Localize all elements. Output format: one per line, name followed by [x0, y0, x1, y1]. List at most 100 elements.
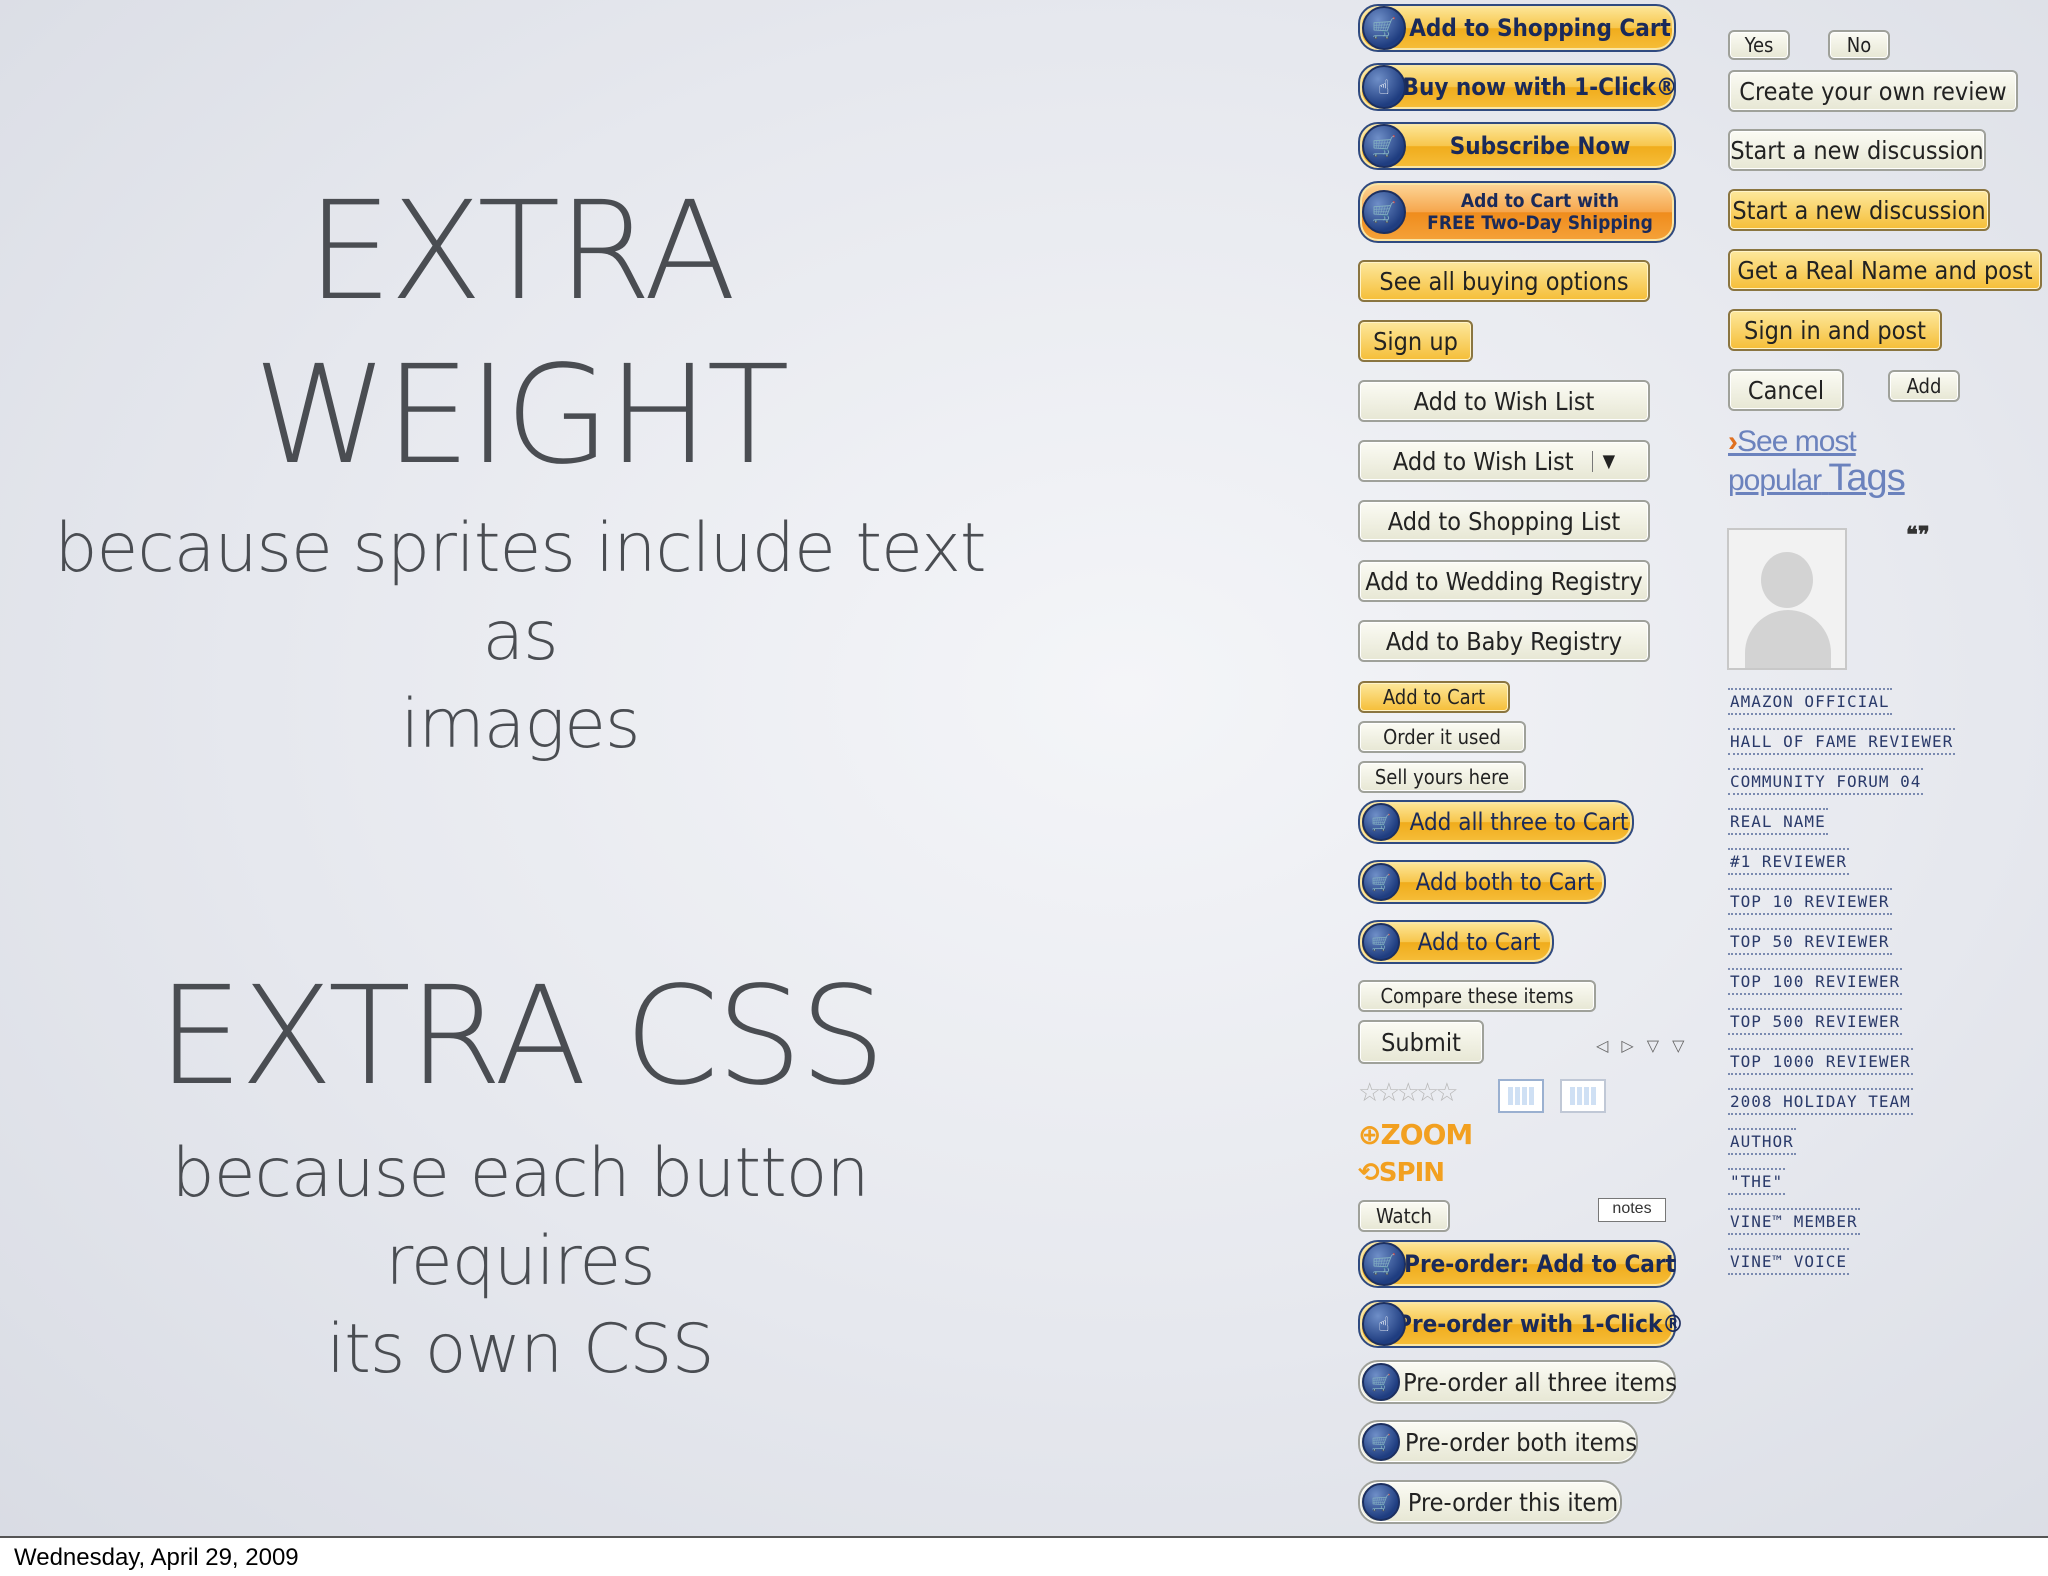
see-all-buying-options-button[interactable]: See all buying options [1358, 260, 1650, 302]
heading-line: EXTRA [306, 173, 737, 331]
button-label: Pre-order: Add to Cart [1404, 1250, 1676, 1278]
add-to-baby-registry-button[interactable]: Add to Baby Registry [1358, 620, 1650, 662]
link-label: Tags [1828, 457, 1905, 499]
button-label: Add to Wish List [1413, 386, 1595, 416]
dropdown-arrow-icon: ▼ [1591, 450, 1615, 472]
button-label: FREE Two-Day Shipping [1427, 212, 1653, 234]
add-to-shopping-list-button[interactable]: Add to Shopping List [1358, 500, 1650, 542]
footer-date: Wednesday, April 29, 2009 [14, 1544, 299, 1571]
badge-label: "THE" [1728, 1168, 1786, 1195]
add-to-wish-list-dropdown-button[interactable]: Add to Wish List ▼ [1358, 440, 1650, 482]
badge-label: TOP 50 REVIEWER [1728, 928, 1892, 955]
create-review-button[interactable]: Create your own review [1728, 70, 2018, 112]
start-discussion-gold-button[interactable]: Start a new discussion [1728, 189, 1990, 231]
button-label: Add to Shopping List [1387, 506, 1621, 536]
button-label: Sell yours here [1374, 765, 1510, 789]
footer: Wednesday, April 29, 2009 [0, 1536, 2048, 1576]
calendar-icon[interactable] [1498, 1079, 1544, 1113]
start-discussion-button[interactable]: Start a new discussion [1728, 129, 1986, 171]
badge-label: AMAZON OFFICIAL [1728, 688, 1892, 715]
star-rating-icon[interactable]: ☆☆☆☆☆ [1358, 1078, 1459, 1108]
button-label: Add to Cart [1382, 685, 1486, 709]
badge-label: #1 REVIEWER [1728, 848, 1849, 875]
shopping-cart-icon: 🛒 [1362, 1363, 1400, 1401]
shopping-cart-icon: 🛒 [1362, 6, 1406, 50]
link-label: See most [1737, 425, 1857, 458]
subheading-line: because each button requires [171, 1134, 870, 1301]
quote-icon: ❝❞ [1906, 522, 1930, 548]
compare-these-items-button[interactable]: Compare these items [1358, 980, 1596, 1012]
preorder-1-click-button[interactable]: ☝ Pre-order with 1-Click® [1358, 1300, 1684, 1348]
button-label: Get a Real Name and post [1737, 255, 2033, 285]
shopping-cart-icon: 🛒 [1362, 124, 1406, 168]
button-label: Add to Baby Registry [1385, 626, 1623, 656]
add-to-wedding-registry-button[interactable]: Add to Wedding Registry [1358, 560, 1650, 602]
shopping-cart-icon: 🛒 [1362, 1423, 1400, 1461]
button-label: Sign in and post [1744, 315, 1926, 345]
hand-pointer-icon: ☝ [1362, 65, 1406, 109]
add-to-wish-list-button[interactable]: Add to Wish List [1358, 380, 1650, 422]
preorder-all-three-button[interactable]: 🛒 Pre-order all three items [1358, 1360, 1677, 1404]
add-button[interactable]: Add [1888, 370, 1960, 402]
add-to-cart-free-shipping-button[interactable]: 🛒 Add to Cart with FREE Two-Day Shipping [1358, 181, 1676, 243]
add-to-shopping-cart-button[interactable]: 🛒 Add to Shopping Cart [1358, 4, 1676, 52]
preorder-this-item-button[interactable]: 🛒 Pre-order this item [1358, 1480, 1622, 1524]
badge-label: TOP 100 REVIEWER [1728, 968, 1903, 995]
button-label: Order it used [1383, 725, 1501, 749]
button-label: Pre-order with 1-Click® [1396, 1310, 1684, 1338]
shopping-cart-icon: 🛒 [1362, 1242, 1406, 1286]
subheading-sprites: because sprites include text as images [40, 505, 1000, 769]
calendar-icon[interactable] [1560, 1079, 1606, 1113]
no-button[interactable]: No [1828, 30, 1890, 60]
preorder-both-button[interactable]: 🛒 Pre-order both items [1358, 1420, 1638, 1464]
spin-button[interactable]: ⟲SPIN [1358, 1158, 1445, 1188]
order-it-used-button[interactable]: Order it used [1358, 721, 1526, 753]
button-label: Add all three to Cart [1409, 808, 1629, 836]
submit-button[interactable]: Submit [1358, 1020, 1484, 1064]
add-both-to-cart-button[interactable]: 🛒 Add both to Cart [1358, 860, 1606, 904]
sign-up-button[interactable]: Sign up [1358, 320, 1473, 362]
button-label: SPIN [1378, 1158, 1445, 1188]
badge-label: VINE™ VOICE [1728, 1248, 1849, 1275]
yes-button[interactable]: Yes [1728, 30, 1790, 60]
cancel-button[interactable]: Cancel [1728, 369, 1844, 411]
add-all-three-to-cart-button[interactable]: 🛒 Add all three to Cart [1358, 800, 1634, 844]
shopping-cart-icon: 🛒 [1362, 1483, 1400, 1521]
badge-label: HALL OF FAME REVIEWER [1728, 728, 1956, 755]
button-label: Create your own review [1739, 76, 2007, 106]
magnifier-icon: ⊕ [1358, 1118, 1381, 1151]
button-label: Compare these items [1380, 984, 1574, 1008]
sign-in-post-button[interactable]: Sign in and post [1728, 309, 1942, 351]
badge-label: REAL NAME [1728, 808, 1828, 835]
button-label: Add [1906, 374, 1942, 398]
button-label: Cancel [1747, 375, 1825, 405]
zoom-button[interactable]: ⊕ZOOM [1358, 1118, 1473, 1151]
see-most-popular-tags-link[interactable]: ›See most popular Tags [1728, 424, 1948, 499]
button-label: See all buying options [1379, 266, 1629, 296]
preorder-add-to-cart-button[interactable]: 🛒 Pre-order: Add to Cart [1358, 1240, 1676, 1288]
button-label: Add to Wedding Registry [1365, 566, 1643, 596]
arrow-icons: ◁ ▷ ▽ ▽ [1596, 1036, 1689, 1055]
real-name-post-button[interactable]: Get a Real Name and post [1728, 249, 2042, 291]
rotate-icon: ⟲ [1358, 1158, 1380, 1188]
link-label: popular [1728, 464, 1822, 497]
hand-pointer-icon: ☝ [1362, 1302, 1406, 1346]
button-label: Pre-order both items [1404, 1427, 1638, 1457]
subscribe-now-button[interactable]: 🛒 Subscribe Now [1358, 122, 1676, 170]
sell-yours-here-button[interactable]: Sell yours here [1358, 761, 1526, 793]
shopping-cart-icon: 🛒 [1362, 190, 1406, 234]
button-label: Add to Shopping Cart [1409, 14, 1671, 42]
watch-button[interactable]: Watch [1358, 1200, 1450, 1232]
subheading-line: because sprites include text as [54, 509, 986, 676]
buy-now-1-click-button[interactable]: ☝ Buy now with 1-Click® [1358, 63, 1678, 111]
notes-button[interactable]: notes [1598, 1198, 1666, 1222]
button-label: Start a new discussion [1732, 195, 1986, 225]
button-label: Buy now with 1-Click® [1402, 73, 1678, 101]
add-to-cart-button[interactable]: 🛒 Add to Cart [1358, 920, 1554, 964]
badge-label: COMMUNITY FORUM 04 [1728, 768, 1924, 795]
add-to-cart-small-button[interactable]: Add to Cart [1358, 681, 1510, 713]
shopping-cart-icon: 🛒 [1362, 863, 1400, 901]
button-label: Subscribe Now [1449, 132, 1631, 160]
button-label: Start a new discussion [1730, 135, 1984, 165]
badge-label: TOP 1000 REVIEWER [1728, 1048, 1913, 1075]
